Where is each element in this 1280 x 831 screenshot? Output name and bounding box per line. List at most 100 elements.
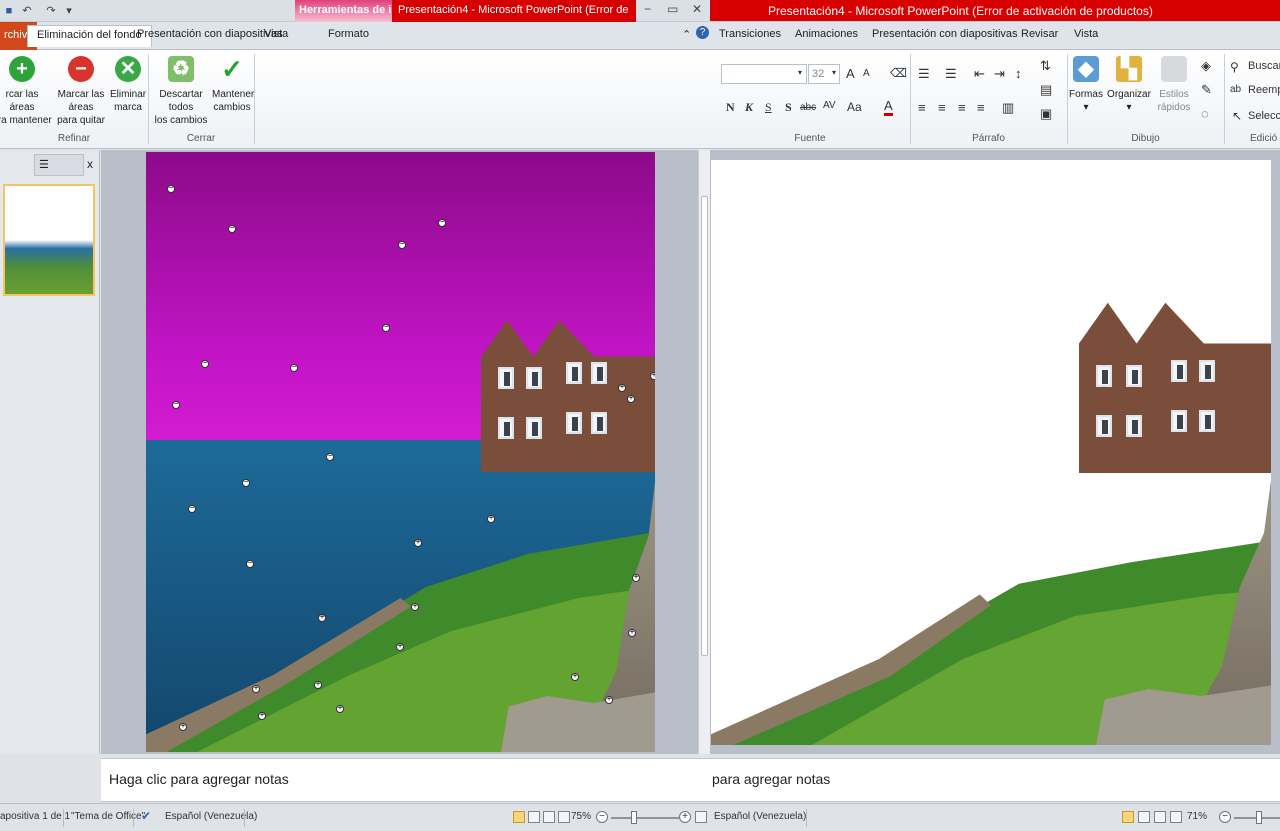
keep-marker[interactable]: + (252, 685, 260, 693)
scrollbar-thumb[interactable] (701, 196, 708, 656)
undo-icon[interactable]: ↶ (20, 5, 34, 17)
remove-marker[interactable]: − (438, 219, 446, 227)
keep-marker[interactable]: + (179, 723, 187, 731)
align-text-icon[interactable]: ▤ (1040, 82, 1052, 98)
zoom-slider-thumb[interactable] (1256, 811, 1262, 824)
font-color-button[interactable]: A (884, 98, 893, 116)
underline-button[interactable]: S (765, 100, 772, 115)
shadow-button[interactable]: S (785, 100, 792, 115)
keep-marker[interactable]: + (336, 705, 344, 713)
zoom-level[interactable]: 75% (571, 811, 591, 822)
align-right-icon[interactable]: ≡ (958, 100, 966, 115)
keep-marker[interactable]: + (627, 395, 635, 403)
replace-icon[interactable]: ab (1230, 84, 1241, 95)
panel-close-icon[interactable]: x (87, 157, 93, 171)
customize-qat-icon[interactable]: ▾ (62, 5, 76, 17)
increase-indent-icon[interactable]: ⇥ (994, 66, 1005, 82)
reading-view-icon[interactable] (543, 811, 555, 823)
notes-pane[interactable]: Haga clic para agregar notas (101, 758, 710, 802)
language[interactable]: Español (Venezuela) (714, 811, 806, 822)
zoom-out-button[interactable]: − (1219, 811, 1231, 823)
tab-format[interactable]: Formato (328, 28, 369, 40)
keep-marker[interactable]: + (414, 539, 422, 547)
shrink-font-icon[interactable]: A (863, 68, 870, 79)
slide-image-removal-preview[interactable]: − − − − − − − − − − − − + + + + + + + + … (146, 152, 655, 752)
tab-background-removal[interactable]: Eliminación del fondo (27, 25, 152, 47)
bold-button[interactable]: N (726, 100, 735, 115)
keep-marker[interactable]: + (396, 643, 404, 651)
slide-sorter-icon[interactable] (528, 811, 540, 823)
remove-marker[interactable]: − (398, 241, 406, 249)
discard-changes-button[interactable]: ♻ Descartar todos los cambios (150, 56, 212, 127)
vertical-scrollbar[interactable] (698, 150, 710, 754)
shape-outline-icon[interactable]: ✎ (1201, 82, 1212, 98)
reading-view-icon[interactable] (1154, 811, 1166, 823)
slide-result[interactable] (711, 160, 1271, 745)
shape-effects-icon[interactable]: ◌ (1201, 106, 1209, 121)
char-spacing-button[interactable]: AV (823, 100, 836, 111)
delete-mark-button[interactable]: ✕ Eliminar marca (110, 56, 146, 114)
redo-icon[interactable]: ↷ (44, 5, 58, 17)
keep-marker[interactable]: + (618, 384, 626, 392)
align-left-icon[interactable]: ≡ (918, 100, 926, 115)
smartart-icon[interactable]: ▣ (1040, 106, 1052, 122)
grow-font-icon[interactable]: A (846, 66, 855, 81)
remove-marker[interactable]: − (246, 560, 254, 568)
keep-marker[interactable]: + (258, 712, 266, 720)
columns-icon[interactable]: ▥ (1002, 100, 1014, 116)
select-icon[interactable]: ↖ (1232, 109, 1242, 123)
remove-marker[interactable]: − (242, 479, 250, 487)
keep-marker[interactable]: + (318, 614, 326, 622)
fit-window-icon[interactable] (695, 811, 707, 823)
keep-marker[interactable]: + (650, 372, 655, 380)
strikethrough-button[interactable]: abc (800, 102, 816, 113)
restore-icon[interactable]: ▭ (667, 2, 678, 16)
tab-transitions[interactable]: Transiciones (719, 28, 781, 40)
spellcheck-icon[interactable]: ✔ (141, 809, 151, 823)
mark-keep-button[interactable]: + rcar las áreas ara mantener (0, 56, 52, 127)
zoom-slider[interactable] (611, 817, 679, 819)
clear-format-icon[interactable]: ⌫ (890, 66, 907, 80)
font-size-dropdown-icon[interactable]: ▾ (832, 68, 836, 77)
normal-view-icon[interactable] (513, 811, 525, 823)
zoom-slider-thumb[interactable] (631, 811, 637, 824)
mark-remove-button[interactable]: − Marcar las áreas para quitar (50, 56, 112, 127)
close-icon[interactable]: ✕ (692, 2, 702, 16)
select-button[interactable]: Selecció (1248, 110, 1280, 122)
remove-marker[interactable]: − (228, 225, 236, 233)
quick-styles-button[interactable]: Estilos rápidos (1154, 56, 1194, 114)
tab-animations[interactable]: Animaciones (795, 28, 858, 40)
remove-marker[interactable]: − (167, 185, 175, 193)
keep-changes-button[interactable]: ✓ Mantener cambios (212, 56, 254, 114)
italic-button[interactable]: K (745, 100, 753, 115)
zoom-out-button[interactable]: − (596, 811, 608, 823)
zoom-level[interactable]: 71% (1187, 811, 1207, 822)
slideshow-view-icon[interactable] (558, 811, 570, 823)
keep-marker[interactable]: + (571, 673, 579, 681)
outline-tab[interactable]: ☰ (34, 154, 84, 176)
align-center-icon[interactable]: ≡ (938, 100, 946, 115)
font-name-box[interactable]: ▾ (721, 64, 807, 84)
keep-marker[interactable]: + (487, 515, 495, 523)
help-icon[interactable]: ? (696, 26, 709, 39)
theme-name[interactable]: "Tema de Office" (71, 811, 145, 822)
keep-marker[interactable]: + (314, 681, 322, 689)
font-size-box[interactable]: 32 ▾ (808, 64, 840, 84)
normal-view-icon[interactable] (1122, 811, 1134, 823)
minimize-icon[interactable]: − (644, 2, 651, 16)
line-spacing-icon[interactable]: ↕ (1015, 66, 1022, 81)
remove-marker[interactable]: − (326, 453, 334, 461)
text-direction-icon[interactable]: ⇅ (1040, 58, 1051, 74)
arrange-button[interactable]: ▚ Organizar ▾ (1106, 56, 1152, 114)
tab-slideshow[interactable]: Presentación con diapositivas (137, 28, 283, 40)
tab-slideshow[interactable]: Presentación con diapositivas (872, 28, 1018, 40)
find-button[interactable]: Buscar (1248, 60, 1280, 72)
remove-marker[interactable]: − (188, 505, 196, 513)
replace-button[interactable]: Reempl (1248, 84, 1280, 96)
keep-marker[interactable]: + (605, 696, 613, 704)
shapes-button[interactable]: ◆ Formas ▾ (1069, 56, 1103, 114)
font-name-dropdown-icon[interactable]: ▾ (798, 68, 802, 77)
shape-fill-icon[interactable]: ◈ (1201, 58, 1211, 74)
collapse-ribbon-icon[interactable]: ⌃ (682, 28, 691, 41)
remove-marker[interactable]: − (201, 360, 209, 368)
